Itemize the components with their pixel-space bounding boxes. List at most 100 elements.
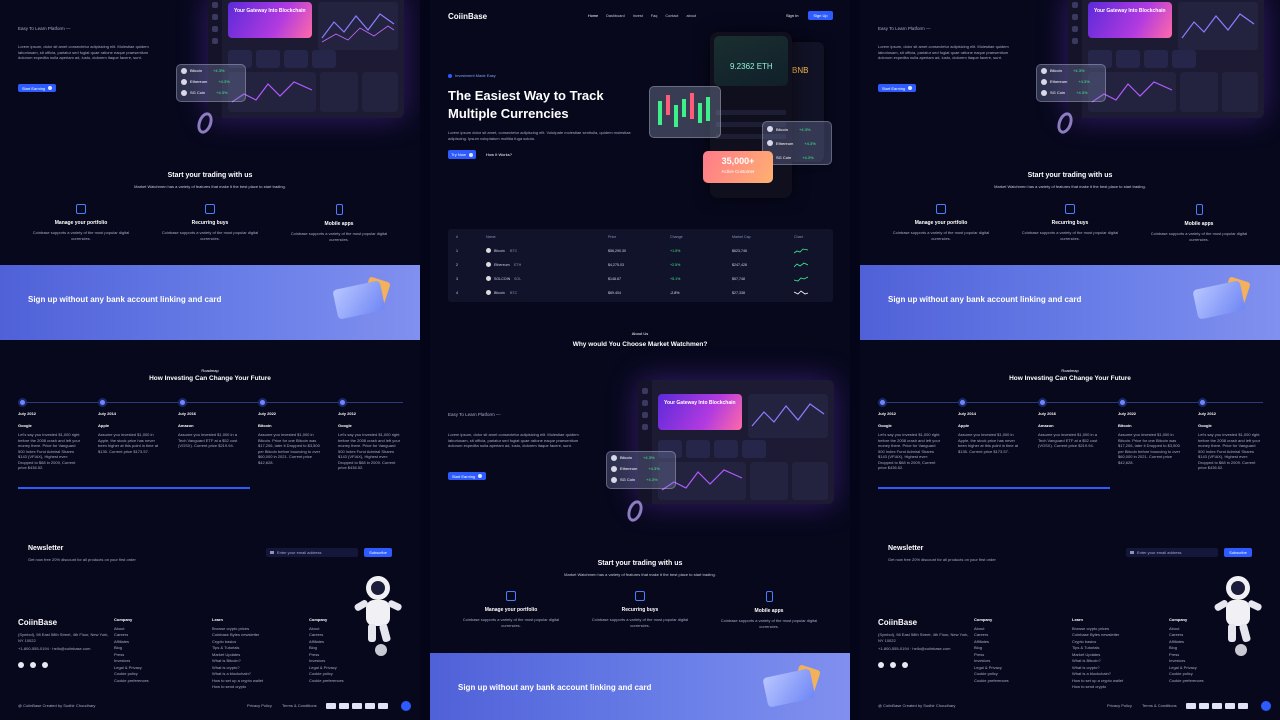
terms-link[interactable]: Terms & Conditions: [1142, 703, 1177, 709]
footer-col-company: Company About Careers Affiliates Blog Press I…: [114, 617, 149, 683]
signin-link[interactable]: Sign In: [786, 13, 798, 18]
feature-recurring: Recurring buys Coinbase supports a varie…: [155, 204, 265, 241]
sparkline: [794, 276, 808, 282]
candlestick-chart: [658, 93, 710, 127]
table-row[interactable]: 1 Bitcoin BTC $56,290.30 +1.5% $623,746: [448, 245, 833, 258]
coin-icon: [486, 290, 491, 295]
roadmap-item: July 2012 Google Let's say you invested $1…: [878, 411, 941, 470]
footer-col-learn: Learn Browse crypto prices Coinbase Bytes…: [1072, 617, 1124, 689]
start-earning-button[interactable]: Start Earning: [878, 84, 916, 92]
footer-brand: CoiinBase: [18, 618, 58, 627]
table-row[interactable]: 2 Ethereum ETH $4,275.03 +2.5% $247,428: [448, 259, 833, 272]
feature-portfolio: Manage your portfolio Coinbase supports a…: [456, 591, 566, 628]
footer-brand: CoiinBase: [878, 618, 918, 627]
how-it-works-link[interactable]: How It Works?: [486, 152, 512, 157]
start-earning-button[interactable]: Start Earning: [18, 84, 56, 92]
feature-portfolio: Manage your portfolio Coinbase supports …: [26, 204, 136, 241]
nav-invest[interactable]: Invest: [633, 14, 643, 18]
ethereum-icon: [181, 78, 187, 85]
credit-card-illustration: [332, 280, 386, 320]
amex-icon: [365, 703, 375, 709]
signup-button[interactable]: Sign Up: [808, 11, 833, 20]
roadmap-title: How Investing Can Change Your Future: [149, 375, 271, 382]
footer-address: (Symbol), 98 East 58th Street, 4th Floor…: [878, 632, 969, 643]
newsletter-subtitle: Get now free 20% discount for all produc…: [888, 557, 996, 562]
about-title: Why would You Choose Market Watchmen?: [572, 341, 708, 348]
coin-icon: [486, 262, 491, 267]
twitter-icon[interactable]: [30, 662, 36, 668]
mobile-icon: [335, 204, 343, 215]
youtube-icon[interactable]: [42, 662, 48, 668]
mail-icon: [1130, 551, 1134, 554]
mobile-icon: [765, 591, 773, 602]
sparkline: [794, 248, 808, 254]
youtube-icon[interactable]: [902, 662, 908, 668]
discover-icon: [378, 703, 388, 709]
facebook-icon[interactable]: [18, 662, 24, 668]
left-panel: Easy To Learn Platform — Lorem ipsum, do…: [0, 0, 420, 720]
newsletter-email-field[interactable]: Enter your email address: [266, 548, 358, 557]
terms-link[interactable]: Terms & Conditions: [282, 703, 317, 709]
roadmap-item: July 2016 Amazon Assume you invested $1,00…: [1038, 411, 1098, 448]
hero-desc: Lorem ipsum dolor sit amet, consectetur …: [448, 130, 631, 141]
coin-ticker-card: Bitcoin +4.3% Ethereum +4.3% SG Coin +4.3%: [1036, 64, 1106, 102]
footer-address: (Symbol), 98 East 58th Street, 4th Floor…: [18, 632, 109, 643]
center-panel: CoiinBase Home Dashboard Invest Faq Cont…: [430, 0, 850, 720]
platform-tag: Easy To Learn Platform —: [18, 26, 71, 31]
eth-balance: 9.2362 ETH: [730, 62, 773, 71]
paypal-icon: [1212, 703, 1222, 709]
coin-icon: [486, 276, 491, 281]
privacy-link[interactable]: Privacy Policy: [1107, 703, 1132, 709]
social-links: [878, 662, 908, 668]
bar-chart-icon: [76, 204, 86, 214]
coin-ticker-card: Bitcoin +4.3% Ethereum +4.3% SG Coin +4.3%: [606, 451, 676, 489]
arrow-icon: [48, 86, 53, 90]
arrow-icon: [908, 86, 913, 90]
platform-tag: Easy To Learn Platform —: [448, 412, 501, 417]
calendar-icon: [205, 204, 215, 214]
subscribe-button[interactable]: Subscribe: [1224, 548, 1252, 557]
customers-card: 35,000+ Active Customer: [703, 151, 773, 183]
twitter-icon[interactable]: [890, 662, 896, 668]
mastercard-icon: [326, 703, 336, 709]
nav-about[interactable]: about: [687, 14, 697, 18]
trading-subtitle: Market Watchmen has a variety of feature…: [134, 184, 286, 189]
credit-card-illustration: [1192, 280, 1246, 320]
credit-card-illustration: [762, 668, 816, 708]
payment-methods: [326, 703, 388, 709]
roadmap-item: July 2012 Google Let's say you invested $1…: [18, 411, 81, 470]
roadmap-title: How Investing Can Change Your Future: [1009, 375, 1131, 382]
nav-home[interactable]: Home: [588, 14, 598, 18]
start-earning-button[interactable]: Start Earning: [448, 472, 486, 480]
nav-dashboard[interactable]: Dashboard: [606, 14, 625, 18]
bar-chart-icon: [506, 591, 516, 601]
brand-logo[interactable]: CoiinBase: [448, 12, 487, 21]
privacy-link[interactable]: Privacy Policy: [247, 703, 272, 709]
table-row[interactable]: 4 Bitcoin BTC $69.404 -2.8% $27,338: [448, 287, 833, 300]
feature-mobile: Mobile apps Coinbase supports a variety o…: [714, 591, 824, 629]
about-label: About Us: [631, 331, 649, 336]
trading-title: Start your trading with us: [1027, 172, 1113, 179]
hero-title: The Easiest Way to Track Multiple Curren…: [448, 88, 604, 121]
platform-desc: Lorem ipsum, dolor sit amet consectetur …: [448, 432, 579, 448]
nav-contact[interactable]: Contact: [665, 14, 678, 18]
table-row[interactable]: 3 SOLCOIN SOL $148.67 +5.1% $57,748: [448, 273, 833, 286]
footer-col-company-2: Company About Careers Affiliates Blog Press I…: [1169, 617, 1204, 683]
scroll-top-button[interactable]: [1261, 701, 1271, 711]
calendar-icon: [1065, 204, 1075, 214]
right-panel: Easy To Learn Platform — Lorem ipsum, do…: [860, 0, 1280, 720]
newsletter-title: Newsletter: [28, 545, 64, 552]
bitcoin-icon: [181, 67, 187, 74]
scroll-top-button[interactable]: [401, 701, 411, 711]
dashboard-line-chart: [321, 13, 395, 43]
try-now-button[interactable]: Try Now: [448, 150, 476, 159]
signup-banner: Sign up without any bank account linking…: [860, 265, 1280, 340]
coin-icon: [486, 248, 491, 253]
paypal-icon: [352, 703, 362, 709]
nav-faq[interactable]: Faq: [651, 14, 658, 18]
facebook-icon[interactable]: [878, 662, 884, 668]
visa-icon: [339, 703, 349, 709]
subscribe-button[interactable]: Subscribe: [364, 548, 392, 557]
newsletter-email-field[interactable]: Enter your email address: [1126, 548, 1218, 557]
coin-ticker-card: Bitcoin +4.3% Ethereum +4.3% SG Coin +4.3%: [176, 64, 246, 102]
